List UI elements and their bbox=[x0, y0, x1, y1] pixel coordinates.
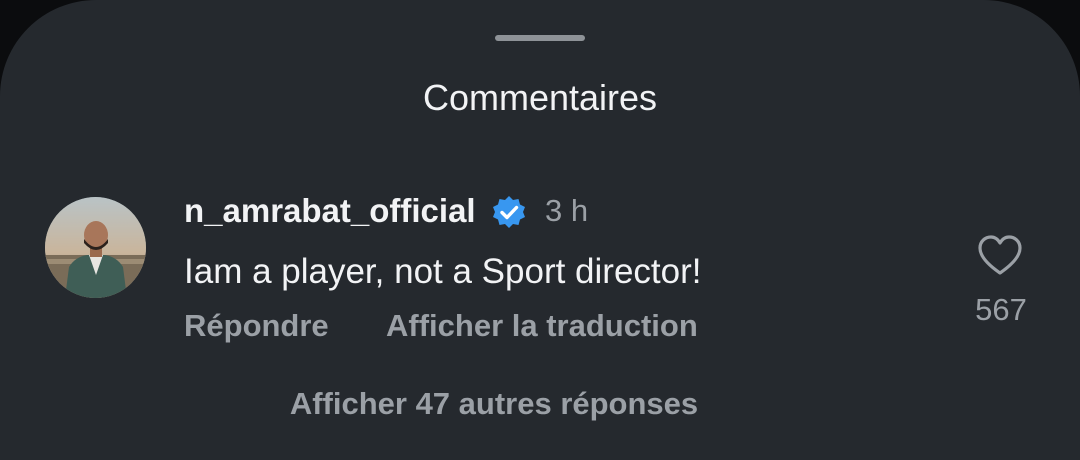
verified-badge-icon bbox=[493, 196, 525, 228]
reply-button[interactable]: Répondre bbox=[184, 306, 329, 346]
comment-timestamp: 3 h bbox=[545, 193, 589, 228]
show-translation-button[interactable]: Afficher la traduction bbox=[386, 306, 698, 346]
drag-handle[interactable] bbox=[495, 35, 585, 41]
like-count: 567 bbox=[975, 292, 1027, 327]
heart-outline-icon[interactable] bbox=[976, 233, 1024, 277]
avatar[interactable] bbox=[45, 197, 146, 298]
sheet-title: Commentaires bbox=[422, 77, 658, 118]
comment-username[interactable]: n_amrabat_official bbox=[184, 190, 476, 232]
comments-sheet: Commentaires n_amrabat_official 3 h Iam … bbox=[0, 0, 1080, 460]
view-more-replies-button[interactable]: Afficher 47 autres réponses bbox=[0, 384, 988, 424]
comment-text: Iam a player, not a Sport director! bbox=[184, 252, 702, 291]
